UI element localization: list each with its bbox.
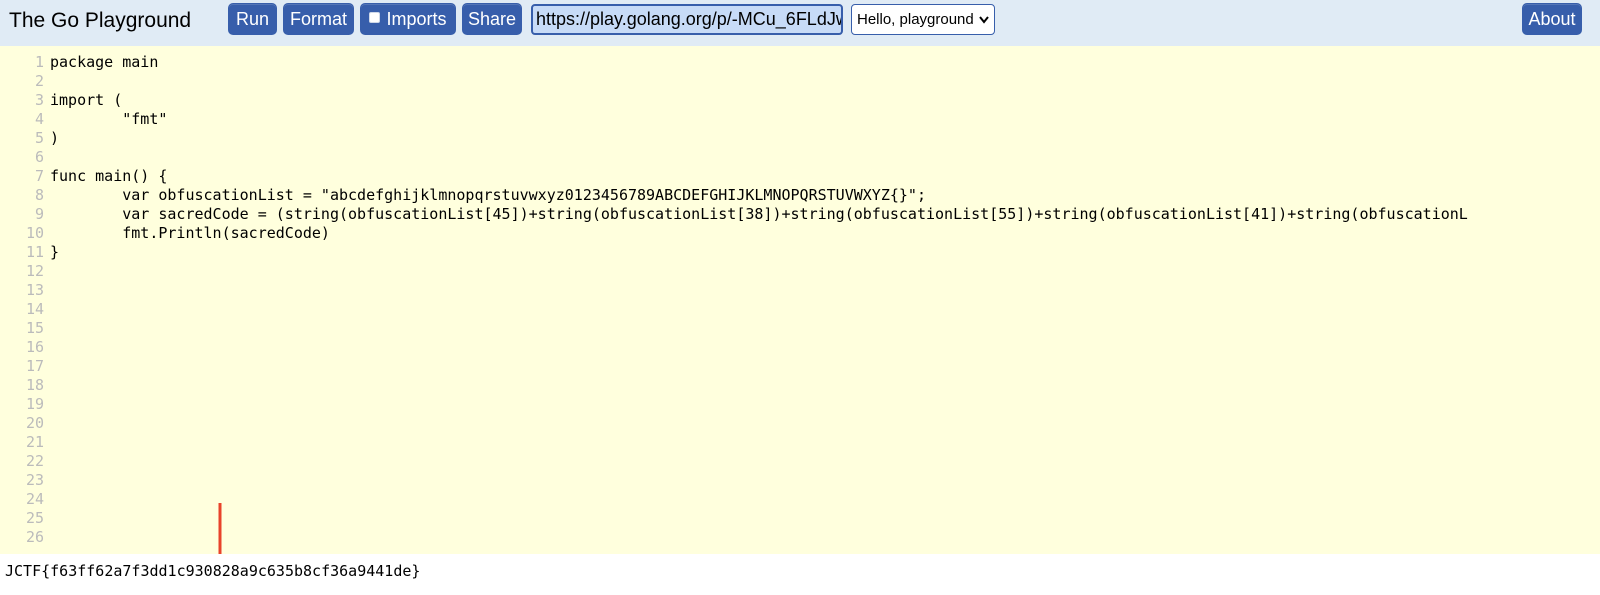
top-bar: The Go Playground Run Format Imports Sha…: [0, 0, 1600, 46]
format-button[interactable]: Format: [283, 3, 354, 35]
imports-toggle-button[interactable]: Imports: [360, 3, 456, 35]
red-down-arrow-icon: [218, 503, 222, 554]
code-line: package main: [50, 53, 159, 71]
line-number: 25: [25, 509, 44, 527]
code-line: var sacredCode = (string(obfuscationList…: [50, 205, 1468, 223]
about-button[interactable]: About: [1522, 3, 1582, 35]
app-title: The Go Playground: [9, 9, 192, 32]
code-line: import (: [50, 91, 123, 109]
line-number: 6: [34, 148, 44, 166]
code-line: var obfuscationList = "abcdefghijklmnopq…: [50, 186, 926, 204]
line-number: 18: [25, 376, 44, 394]
program-output: JCTF{f63ff62a7f3dd1c930828a9c635b8cf36a9…: [0, 554, 1600, 595]
line-number: 26: [25, 528, 44, 546]
line-number: 19: [25, 395, 44, 413]
line-number: 15: [25, 319, 44, 337]
line-number: 24: [25, 490, 44, 508]
share-url-input[interactable]: https://play.golang.org/p/-MCu_6FLdJw: [531, 4, 843, 35]
line-number: 17: [25, 357, 44, 375]
line-number: 12: [25, 262, 44, 280]
line-number: 1: [34, 53, 44, 71]
example-select-value: Hello, playground: [857, 11, 974, 28]
code-line: "fmt": [50, 110, 168, 128]
line-number: 14: [25, 300, 44, 318]
line-number: 22: [25, 452, 44, 470]
output-text: JCTF{f63ff62a7f3dd1c930828a9c635b8cf36a9…: [5, 562, 421, 580]
run-button[interactable]: Run: [228, 3, 277, 35]
line-number: 16: [25, 338, 44, 356]
line-number-gutter: 1 2 3 4 5 6 7 8 9 10 11 12 13 14 15 16 17 18 19 20 21 22 23 24 2…: [0, 53, 44, 547]
share-button[interactable]: Share: [462, 3, 522, 35]
code-line: }: [50, 243, 60, 261]
code-line: func main() {: [50, 167, 168, 185]
line-number: 8: [34, 186, 44, 204]
line-number: 2: [34, 72, 44, 90]
code-editor[interactable]: 1 2 3 4 5 6 7 8 9 10 11 12 13 14 15 16 17 18 19 20 21 22 23 24 2…: [0, 46, 1600, 554]
code-area[interactable]: package main import ( "fmt") func main() {…: [50, 53, 1468, 547]
line-number: 13: [25, 281, 44, 299]
line-number: 20: [25, 414, 44, 432]
line-number: 23: [25, 471, 44, 489]
line-number: 11: [25, 243, 44, 261]
line-number: 5: [34, 129, 44, 147]
checkbox-unchecked-icon[interactable]: [369, 12, 381, 23]
line-number: 9: [34, 205, 44, 223]
line-number: 10: [25, 224, 44, 242]
line-number: 4: [34, 110, 44, 128]
code-line: ): [50, 129, 60, 147]
line-number: 21: [25, 433, 44, 451]
line-number: 7: [34, 167, 44, 185]
imports-label: Imports: [386, 9, 447, 29]
line-number: 3: [34, 91, 44, 109]
code-line: fmt.Println(sacredCode): [50, 224, 330, 242]
example-select[interactable]: Hello, playground: [851, 4, 995, 35]
chevron-down-icon: [978, 5, 990, 45]
